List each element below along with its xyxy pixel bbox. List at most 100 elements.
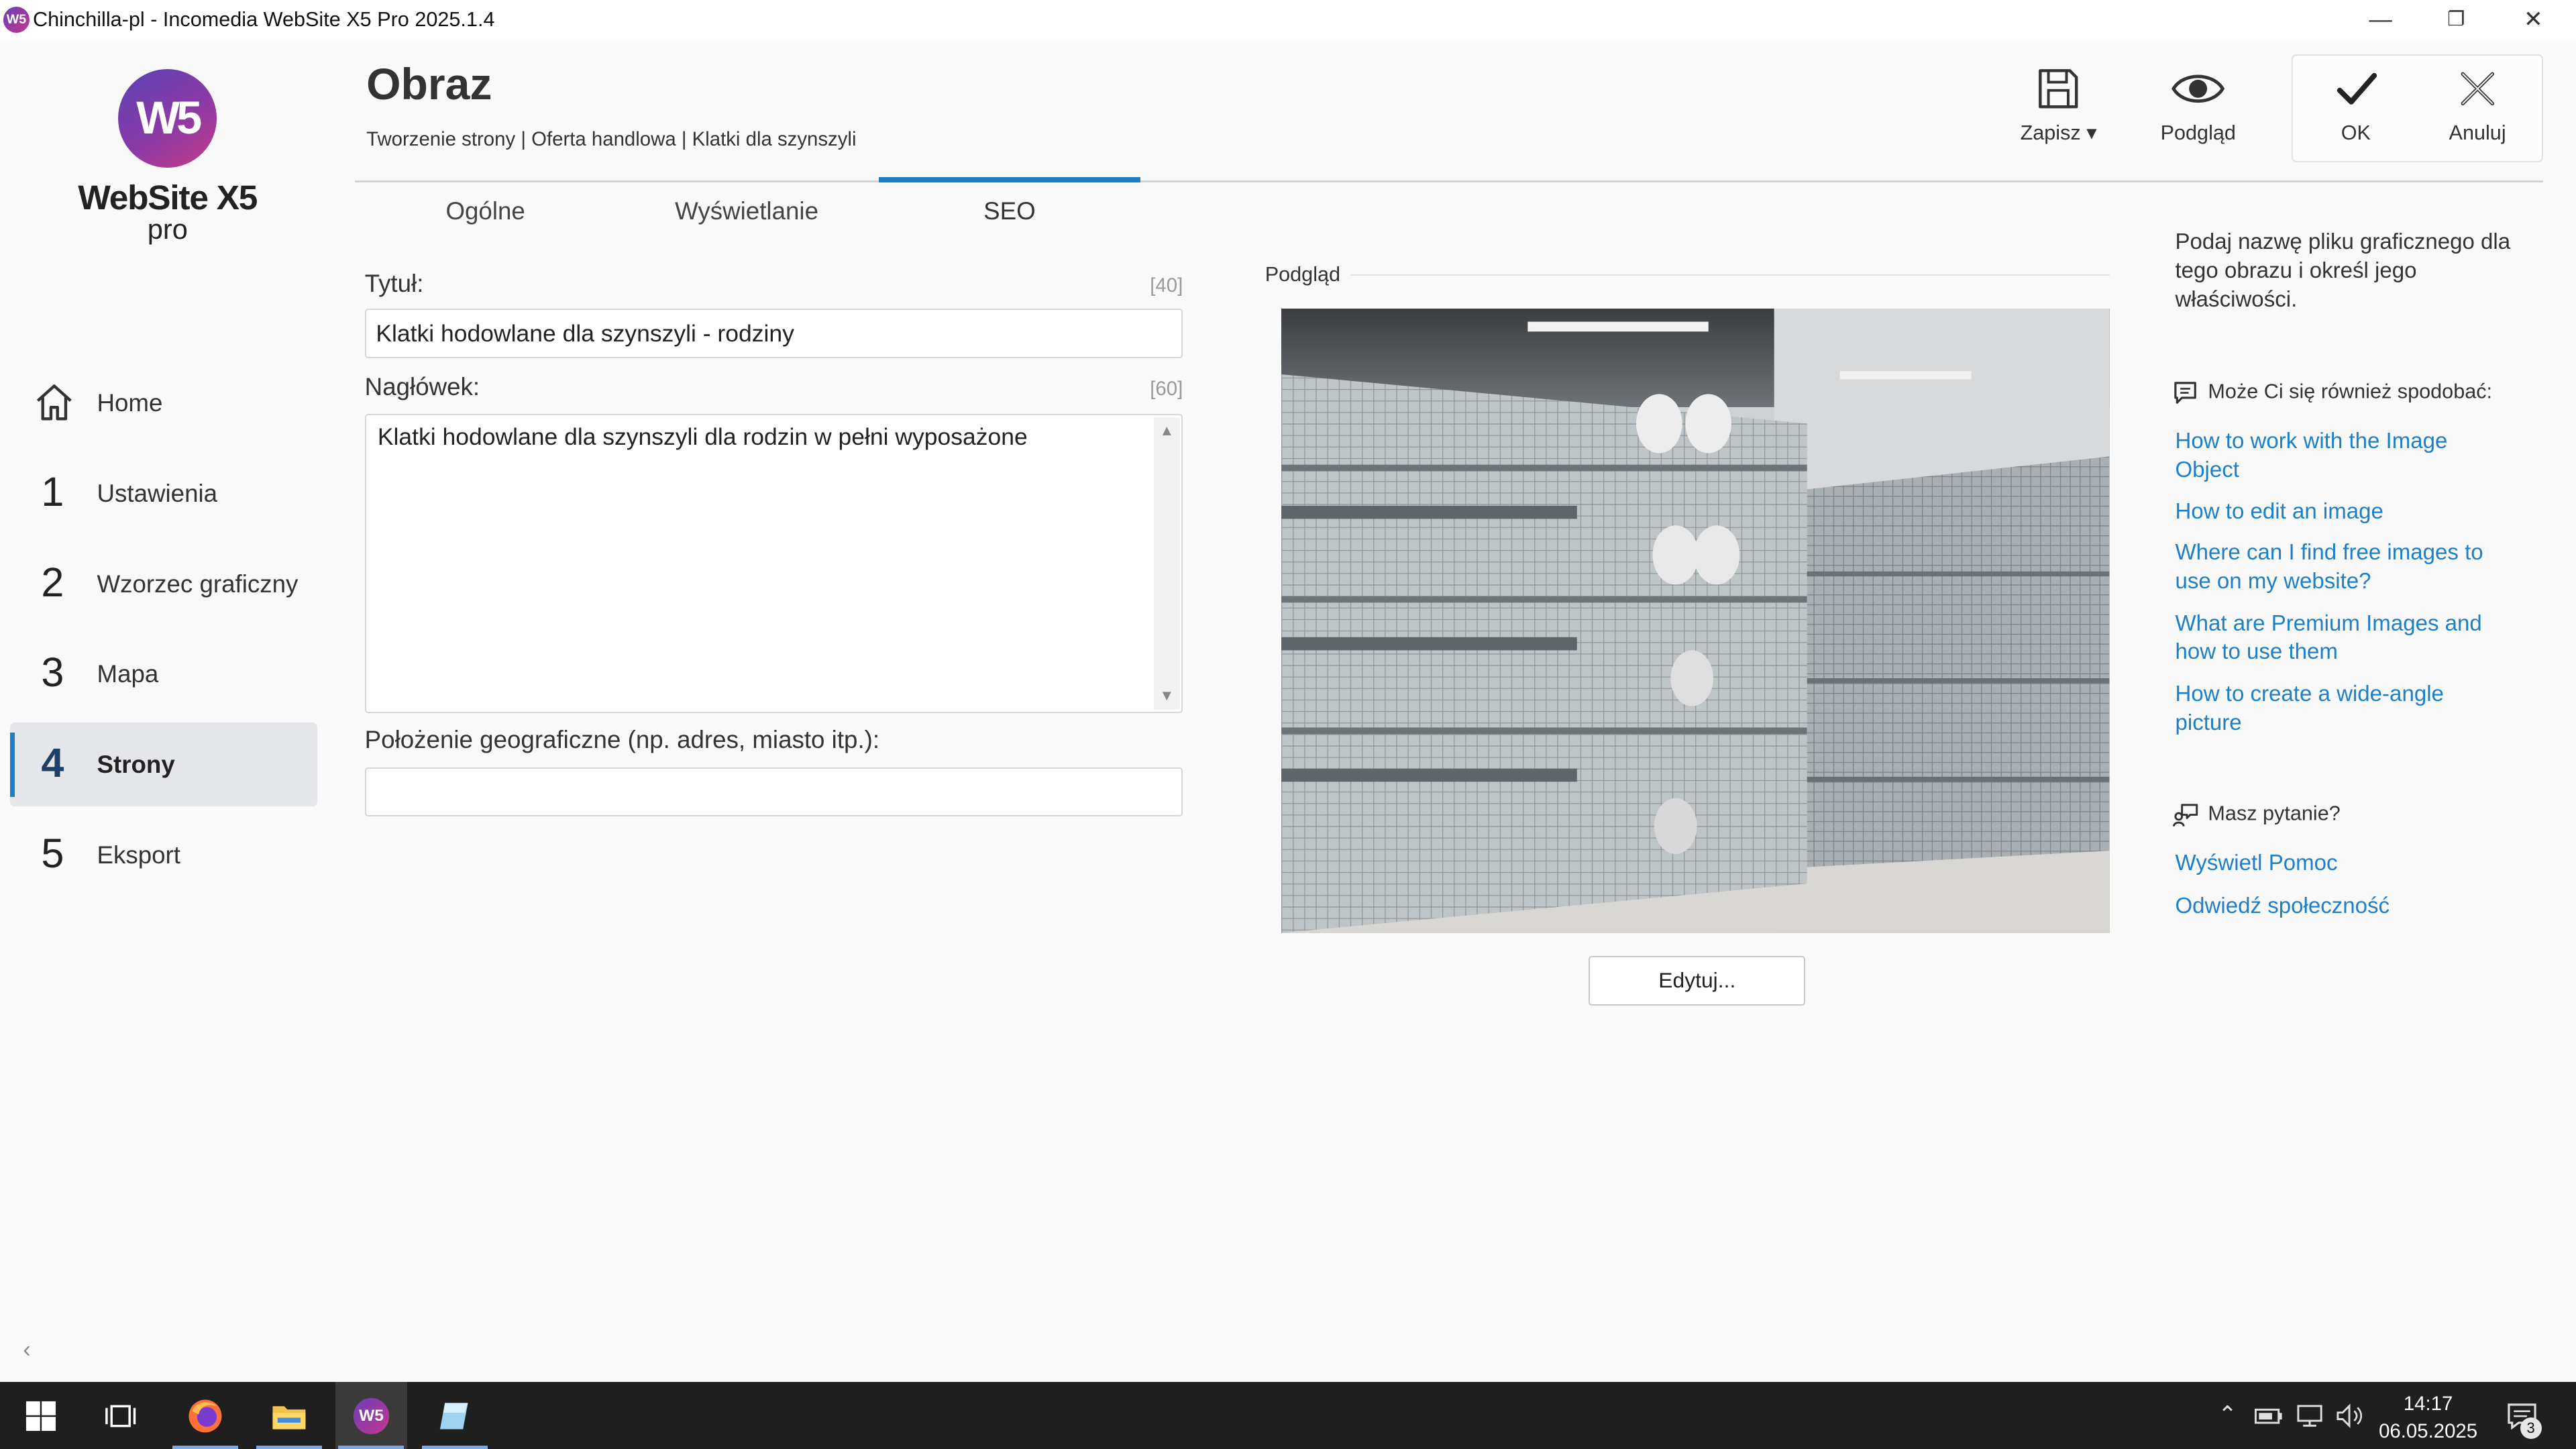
show-hidden-icons[interactable]: ⌃ [2218,1401,2237,1428]
scroll-down-icon[interactable]: ▼ [1154,687,1180,704]
battery-icon[interactable] [2254,1405,2284,1428]
sidebar-item-strony[interactable]: 4 Strony [9,722,317,807]
help-intro-text: Podaj nazwę pliku graficznego dla tego o… [2175,229,2511,313]
related-heading: Może Ci się również spodobać: [2172,380,2493,406]
firefox-icon [189,1399,222,1433]
sidebar-item-wzorzec-graficzny[interactable]: 2 Wzorzec graficzny [10,542,317,626]
help-link-wide-angle[interactable]: How to create a wide-angle picture [2175,680,2504,738]
preview-button[interactable]: Podgląd [2141,59,2255,161]
sidebar-item-eksport[interactable]: 5 Eksport [10,813,317,897]
eye-icon [2171,74,2225,103]
running-indicator [422,1446,488,1449]
cage-room-photo [1281,309,2110,934]
task-view-icon [105,1405,136,1428]
running-indicator [172,1446,239,1449]
tab-wyswietlanie[interactable]: Wyświetlanie [616,180,877,239]
running-indicator [256,1446,322,1449]
clock-time: 14:17 [2403,1392,2453,1415]
clock-date: 06.05.2025 [2379,1420,2478,1443]
taskbar-clock[interactable]: 14:17 06.05.2025 [2366,1390,2491,1446]
taskbar: W5 ⌃ 14:17 06.05.2025 3 [0,1381,2576,1449]
notification-count-badge: 3 [2520,1417,2542,1440]
cancel-button[interactable]: Anuluj [2420,59,2534,161]
save-label: Zapisz ▾ [2020,121,2097,145]
header-textarea-value: Klatki hodowlane dla szynszyli dla rodzi… [377,423,1028,451]
sidebar-nav: Home 1 Ustawienia 2 Wzorzec graficzny 3 … [9,362,317,904]
sidebar-item-label: Eksport [97,841,180,869]
window-title: Chinchilla-pl - Incomedia WebSite X5 Pro… [32,8,495,32]
sidebar-item-mapa[interactable]: 3 Mapa [10,633,317,716]
task-view-button[interactable] [85,1382,158,1449]
checkmark-icon [2337,72,2377,105]
taskbar-notes-app[interactable] [419,1382,491,1449]
scroll-up-icon[interactable]: ▲ [1154,422,1180,439]
geo-location-input[interactable] [364,767,1183,817]
cancel-label: Anuluj [2449,121,2506,145]
page-title: Obraz [366,60,492,110]
header-char-limit: [60] [1150,378,1183,400]
sidebar-item-label: Strony [97,751,175,779]
preview-label: Podgląd [2160,121,2236,145]
taskbar-website-x5[interactable]: W5 [335,1381,408,1449]
ok-button[interactable]: OK [2298,59,2413,161]
title-input[interactable]: Klatki hodowlane dla szynszyli - rodziny [364,309,1183,358]
preview-section-label: Podgląd [1265,262,1341,286]
title-char-limit: [40] [1150,274,1183,297]
help-link-image-object[interactable]: How to work with the Image Object [2175,427,2504,485]
save-button[interactable]: Zapisz ▾ [2001,59,2116,161]
textarea-scrollbar[interactable]: ▲ ▼ [1153,417,1180,710]
title-field-label: Tytuł: [364,269,424,297]
header-textarea[interactable]: Klatki hodowlane dla szynszyli dla rodzi… [364,414,1183,713]
floppy-disk-icon [2039,69,2078,109]
logo-mark: W5 [118,68,217,168]
question-chat-icon [2172,804,2198,827]
notes-app-icon [440,1403,468,1430]
website-x5-logo: W5 WebSite X5 pro [66,68,270,250]
close-icon [2461,72,2494,105]
help-link-free-images[interactable]: Where can I find free images to use on m… [2175,539,2504,596]
tab-ogolne[interactable]: Ogólne [355,180,616,239]
website-x5-app-icon: W5 [3,6,30,33]
taskbar-firefox[interactable] [169,1382,241,1449]
step-number: 1 [41,468,64,515]
step-number: 4 [41,739,64,786]
chat-bubble-icon [2174,382,2196,404]
tab-seo[interactable]: SEO [879,177,1140,239]
sidebar-item-ustawienia[interactable]: 1 Ustawienia [10,451,317,535]
breadcrumb: Tworzenie strony | Oferta handlowa | Kla… [366,128,857,151]
running-indicator [338,1446,405,1449]
show-help-link[interactable]: Wyświetl Pomoc [2175,849,2504,878]
volume-icon[interactable] [2334,1403,2364,1429]
ok-label: OK [2341,121,2371,145]
help-link-premium-images[interactable]: What are Premium Images and how to use t… [2175,610,2504,667]
collapse-sidebar-icon[interactable]: ‹ [23,1337,30,1363]
logo-edition: pro [147,213,188,246]
questions-heading: Masz pytanie? [2172,802,2341,828]
title-bar: W5 Chinchilla-pl - Incomedia WebSite X5 … [0,0,2576,40]
help-link-edit-image[interactable]: How to edit an image [2175,498,2504,527]
logo-brand: WebSite X5 [78,178,258,217]
sidebar-item-label: Mapa [97,660,159,688]
questions-heading-text: Masz pytanie? [2208,802,2341,825]
edit-image-button[interactable]: Edytuj... [1589,956,1806,1006]
sidebar-item-label: Ustawienia [97,480,218,508]
preview-divider [1350,274,2110,276]
website-x5-icon: W5 [353,1398,390,1434]
start-button[interactable] [5,1382,77,1449]
preview-image [1281,309,2110,934]
file-explorer-icon [272,1406,306,1430]
taskbar-file-explorer[interactable] [253,1382,325,1449]
header-field-label: Nagłówek: [364,372,480,400]
sidebar-item-label: Home [97,389,163,417]
step-number: 5 [41,830,64,876]
sidebar-item-home[interactable]: Home [10,362,317,445]
minimize-button[interactable]: — [2343,0,2418,40]
close-window-button[interactable]: ✕ [2496,0,2571,40]
network-icon[interactable] [2295,1403,2324,1429]
app-window: W5 Chinchilla-pl - Incomedia WebSite X5 … [0,0,2576,1449]
visit-community-link[interactable]: Odwiedź społeczność [2175,892,2504,921]
windows-start-icon [26,1401,56,1432]
related-heading-text: Może Ci się również spodobać: [2208,380,2493,403]
geo-location-label: Położenie geograficzne (np. adres, miast… [364,726,880,754]
restore-button[interactable]: ❐ [2418,0,2494,40]
